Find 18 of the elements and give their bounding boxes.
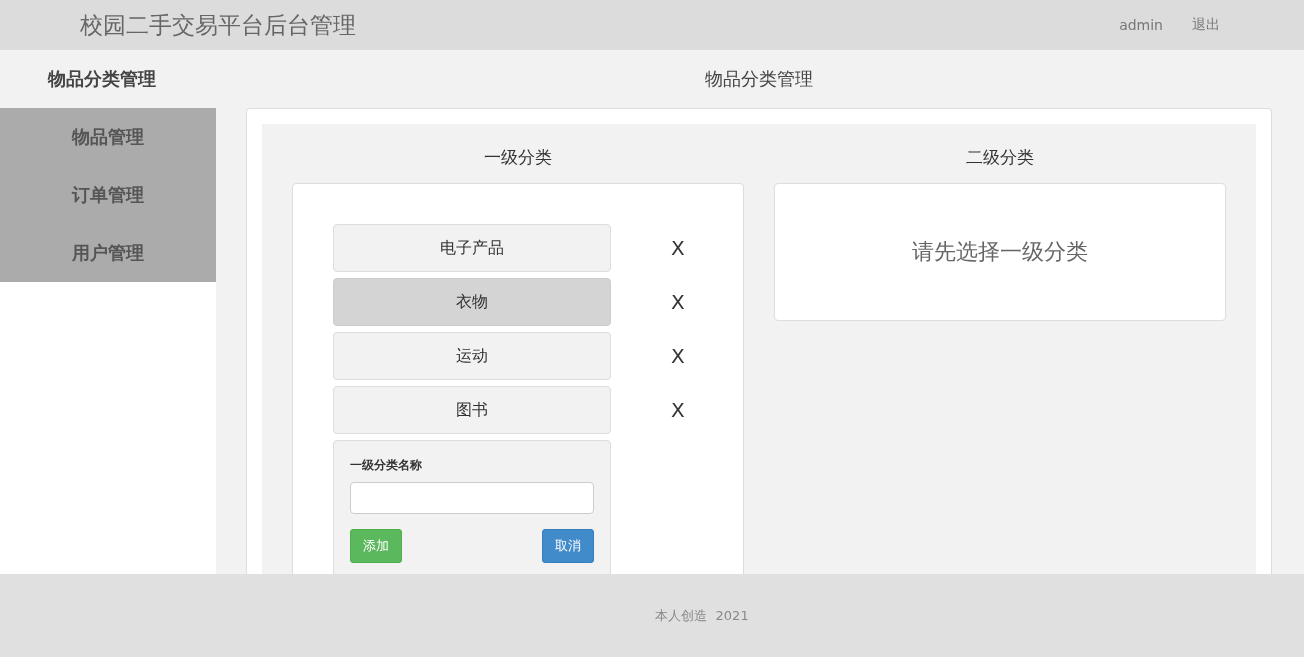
app-title: 校园二手交易平台后台管理	[80, 10, 357, 40]
sidebar-item[interactable]: 物品分类管理	[0, 50, 216, 108]
category-item[interactable]: 图书	[333, 386, 611, 434]
delete-button[interactable]: X	[671, 290, 685, 314]
category-item[interactable]: 运动	[333, 332, 611, 380]
category-item[interactable]: 电子产品	[333, 224, 611, 272]
field-label: 一级分类名称	[350, 457, 423, 474]
page-title: 物品分类管理	[704, 67, 814, 91]
cancel-button[interactable]: 取消	[542, 529, 594, 563]
input-field[interactable]	[350, 482, 594, 514]
empty-message: 请先选择一级分类	[912, 238, 1088, 266]
column-heading: 一级分类	[483, 146, 553, 169]
delete-button[interactable]: X	[671, 344, 685, 368]
delete-button[interactable]: X	[671, 236, 685, 260]
delete-button[interactable]: X	[671, 398, 685, 422]
footer-text: 本人创造 2021	[655, 606, 749, 625]
column-heading: 二级分类	[965, 146, 1035, 169]
category-item[interactable]: 衣物	[333, 278, 611, 326]
